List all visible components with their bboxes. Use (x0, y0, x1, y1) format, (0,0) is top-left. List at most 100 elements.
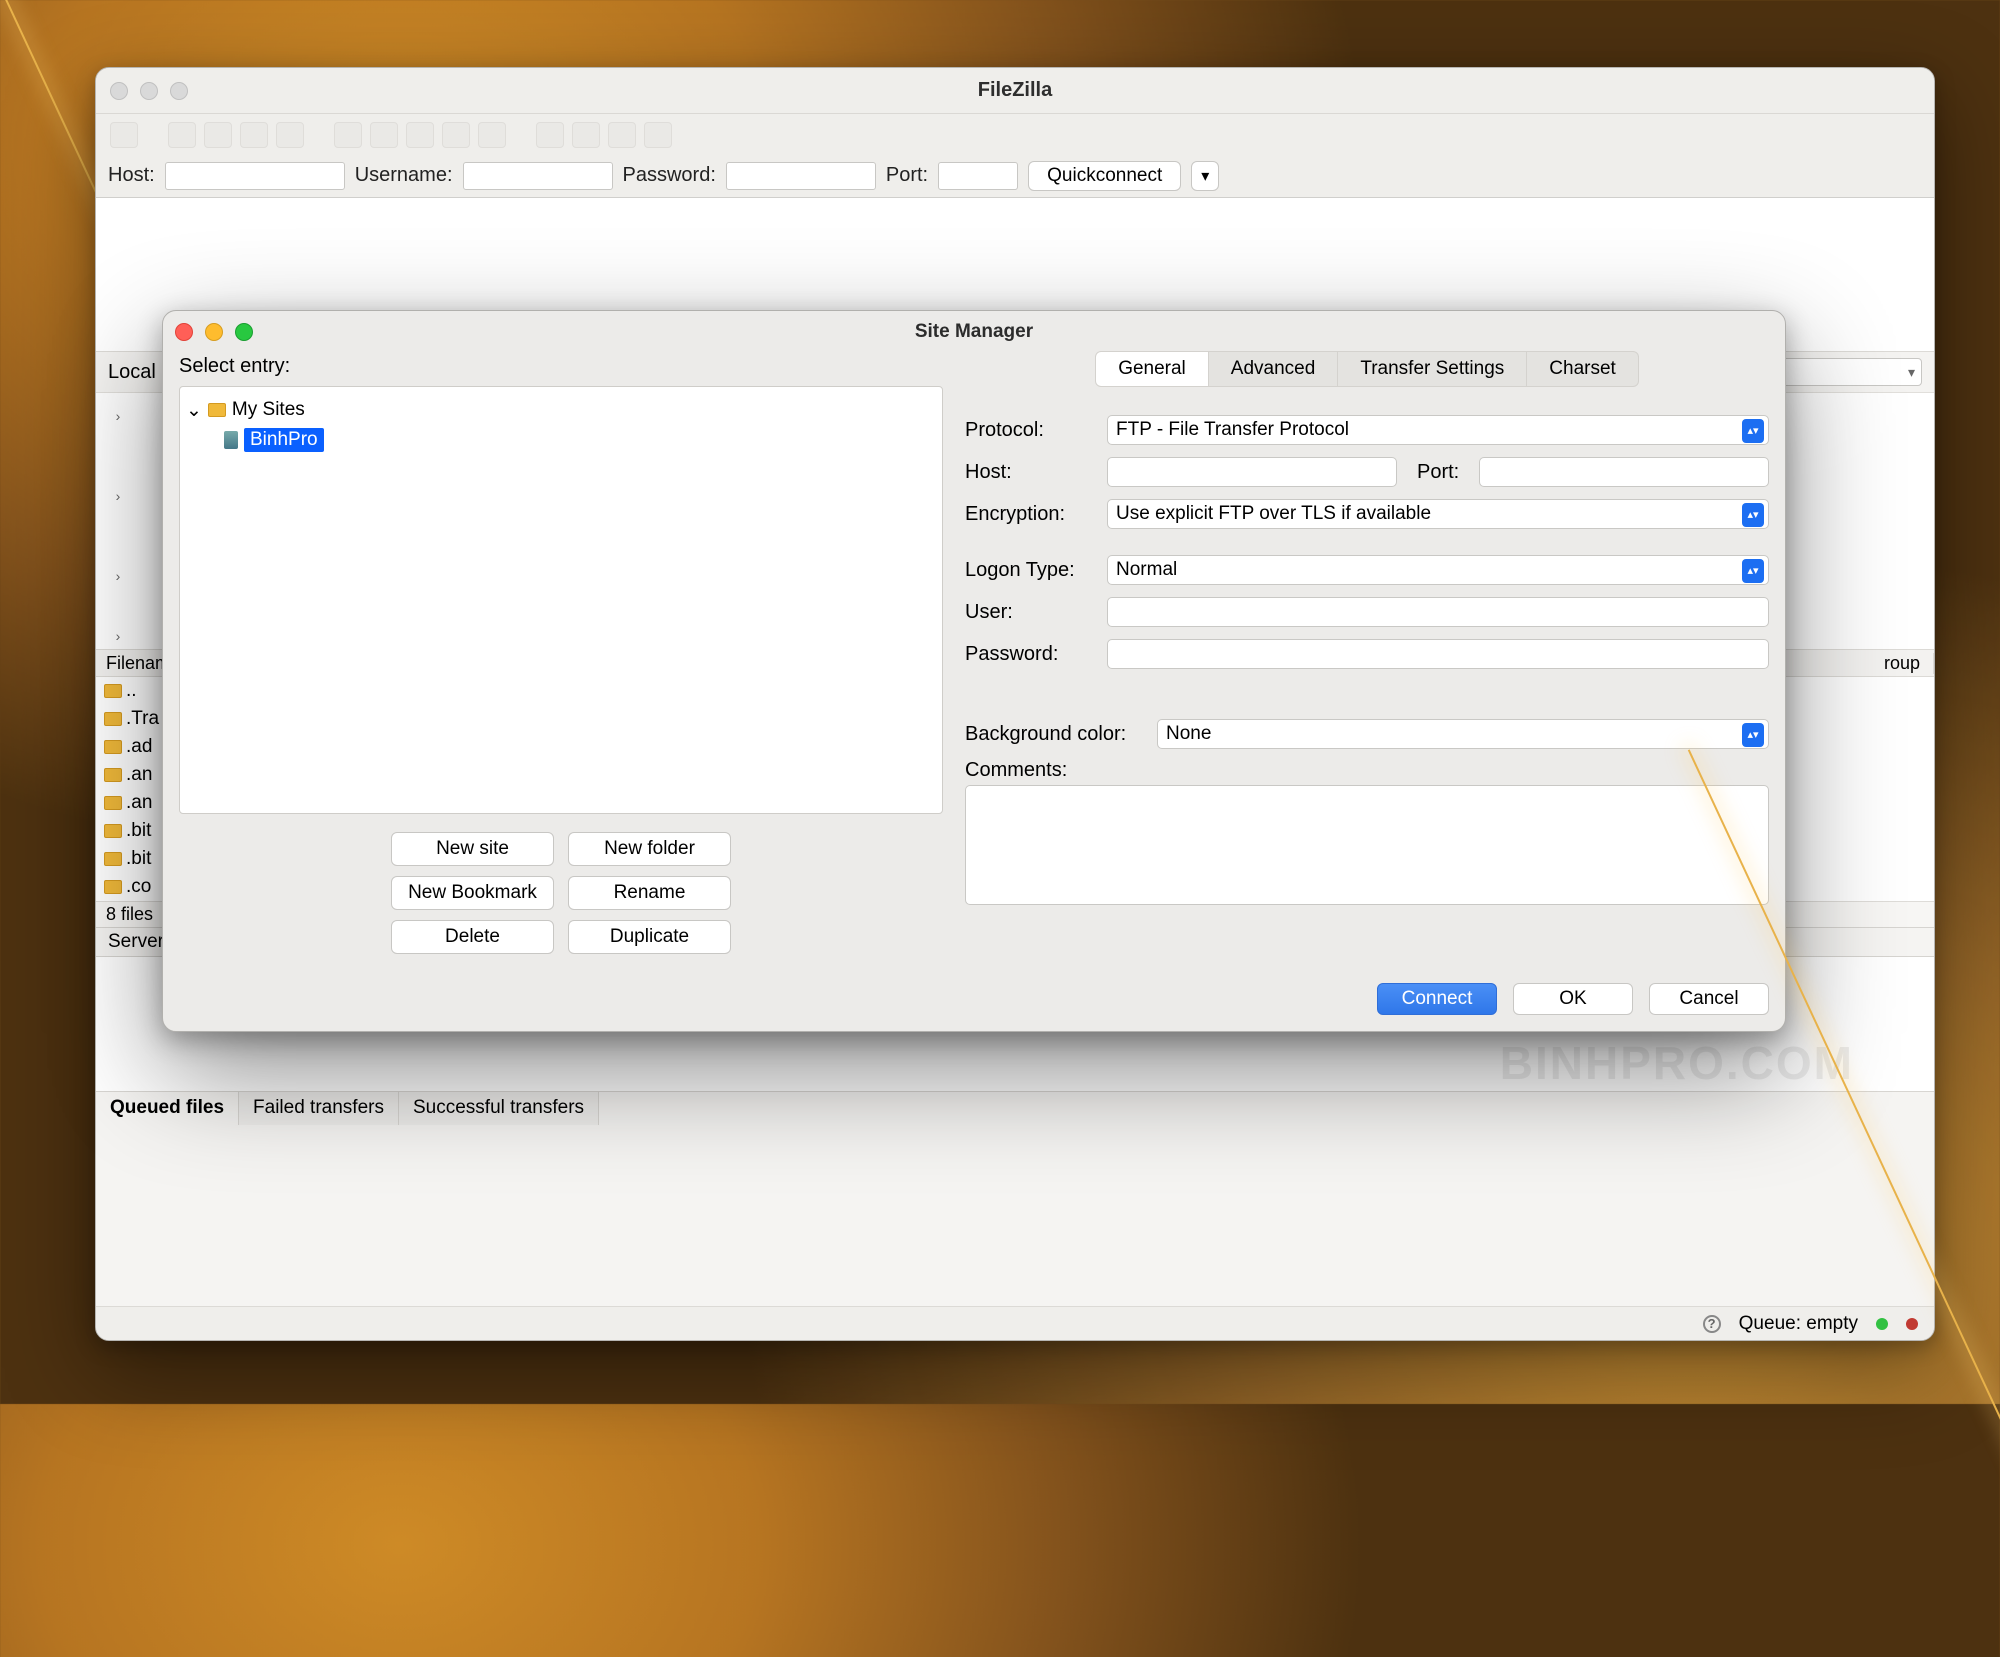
port-input[interactable] (1479, 457, 1769, 487)
dialog-titlebar[interactable]: Site Manager (163, 311, 1785, 353)
quick-password-input[interactable] (726, 162, 876, 190)
help-icon[interactable]: ? (1703, 1315, 1721, 1333)
toolbar-refresh-icon[interactable] (334, 122, 362, 148)
quick-password-label: Password: (623, 164, 716, 187)
toolbar-sync-browse-icon[interactable] (276, 122, 304, 148)
encryption-select[interactable]: Use explicit FTP over TLS if available ▴… (1107, 499, 1769, 529)
tree-site-row[interactable]: BinhPro (224, 425, 936, 455)
bg-color-select[interactable]: None ▴▾ (1157, 719, 1769, 749)
main-titlebar[interactable]: FileZilla (96, 68, 1934, 114)
folder-icon (104, 824, 122, 838)
chevron-updown-icon: ▴▾ (1742, 559, 1764, 583)
status-bar: ? Queue: empty (96, 1306, 1934, 1340)
tab-failed-transfers[interactable]: Failed transfers (239, 1092, 399, 1125)
tab-general[interactable]: General (1095, 351, 1209, 387)
tab-successful-transfers[interactable]: Successful transfers (399, 1092, 599, 1125)
tab-advanced[interactable]: Advanced (1209, 351, 1339, 387)
user-label: User: (965, 601, 1095, 624)
chevron-right-icon[interactable]: › (112, 408, 124, 424)
dialog-buttons: Connect OK Cancel (965, 983, 1769, 1015)
tab-queued-files[interactable]: Queued files (96, 1092, 239, 1125)
tree-site-label: BinhPro (244, 428, 324, 452)
chevron-updown-icon: ▴▾ (1742, 419, 1764, 443)
tab-transfer-settings[interactable]: Transfer Settings (1338, 351, 1527, 387)
watermark: BINHPRO.COM (1500, 1036, 1854, 1090)
quick-username-input[interactable] (463, 162, 613, 190)
folder-icon (104, 740, 122, 754)
quick-host-input[interactable] (165, 162, 345, 190)
general-form: Protocol: FTP - File Transfer Protocol ▴… (965, 409, 1769, 905)
server-icon (224, 431, 238, 449)
folder-icon (104, 712, 122, 726)
toolbar-toggle-queue-icon[interactable] (240, 122, 268, 148)
chevron-right-icon[interactable]: › (112, 628, 124, 644)
delete-button[interactable]: Delete (391, 920, 554, 954)
chevron-down-icon[interactable]: ⌄ (186, 399, 202, 422)
cancel-button[interactable]: Cancel (1649, 983, 1769, 1015)
main-title: FileZilla (96, 79, 1934, 102)
host-input[interactable] (1107, 457, 1397, 487)
rename-button[interactable]: Rename (568, 876, 731, 910)
bg-color-label: Background color: (965, 723, 1145, 746)
folder-icon (104, 768, 122, 782)
toolbar-reconnect-icon[interactable] (478, 122, 506, 148)
connect-button[interactable]: Connect (1377, 983, 1497, 1015)
quick-username-label: Username: (355, 164, 453, 187)
toolbar-process-queue-icon[interactable] (370, 122, 398, 148)
folder-icon (104, 852, 122, 866)
local-site-label: Local (108, 361, 156, 384)
chevron-updown-icon: ▴▾ (1742, 503, 1764, 527)
toolbar-filters-icon[interactable] (536, 122, 564, 148)
folder-icon (104, 880, 122, 894)
ok-button[interactable]: OK (1513, 983, 1633, 1015)
protocol-select[interactable]: FTP - File Transfer Protocol ▴▾ (1107, 415, 1769, 445)
select-entry-label: Select entry: (179, 353, 943, 386)
new-site-button[interactable]: New site (391, 832, 554, 866)
chevron-updown-icon: ▴▾ (1742, 723, 1764, 747)
queue-status: Queue: empty (1739, 1313, 1858, 1335)
site-manager-dialog: Site Manager Select entry: ⌄ My Sites Bi… (162, 310, 1786, 1032)
quickconnect-dropdown-button[interactable]: ▾ (1191, 161, 1219, 191)
quickconnect-bar: Host: Username: Password: Port: Quickcon… (96, 154, 1934, 198)
user-input[interactable] (1107, 597, 1769, 627)
logon-type-label: Logon Type: (965, 559, 1095, 582)
toolbar-site-manager-icon[interactable] (110, 122, 138, 148)
quick-port-input[interactable] (938, 162, 1018, 190)
dialog-title: Site Manager (163, 321, 1785, 343)
folder-icon (104, 684, 122, 698)
port-label: Port: (1417, 461, 1467, 484)
toolbar-cancel-icon[interactable] (406, 122, 434, 148)
status-dot-green-icon (1876, 1318, 1888, 1330)
status-dot-red-icon (1906, 1318, 1918, 1330)
duplicate-button[interactable]: Duplicate (568, 920, 731, 954)
site-list-buttons: New site New folder New Bookmark Rename … (391, 832, 731, 954)
toolbar-toggle-log-icon[interactable] (168, 122, 196, 148)
comments-textarea[interactable] (965, 785, 1769, 905)
password-label: Password: (965, 643, 1095, 666)
main-toolbar (96, 114, 1934, 154)
folder-icon (208, 403, 226, 417)
toolbar-toggle-tree-icon[interactable] (204, 122, 232, 148)
tree-folder-label: My Sites (232, 399, 305, 421)
password-input[interactable] (1107, 639, 1769, 669)
col-group[interactable]: roup (1874, 653, 1934, 674)
new-bookmark-button[interactable]: New Bookmark (391, 876, 554, 910)
protocol-label: Protocol: (965, 419, 1095, 442)
quick-host-label: Host: (108, 164, 155, 187)
settings-tabs: General Advanced Transfer Settings Chars… (965, 351, 1769, 387)
bottom-tabs: Queued files Failed transfers Successful… (96, 1091, 1934, 1125)
toolbar-disconnect-icon[interactable] (442, 122, 470, 148)
toolbar-compare-icon[interactable] (608, 122, 636, 148)
quickconnect-button[interactable]: Quickconnect (1028, 161, 1181, 191)
chevron-right-icon[interactable]: › (112, 568, 124, 584)
tree-folder-row[interactable]: ⌄ My Sites (186, 395, 936, 425)
logon-type-select[interactable]: Normal ▴▾ (1107, 555, 1769, 585)
new-folder-button[interactable]: New folder (568, 832, 731, 866)
chevron-right-icon[interactable]: › (112, 488, 124, 504)
quick-port-label: Port: (886, 164, 928, 187)
folder-icon (104, 796, 122, 810)
toolbar-search-icon[interactable] (572, 122, 600, 148)
toolbar-binoculars-icon[interactable] (644, 122, 672, 148)
tab-charset[interactable]: Charset (1527, 351, 1639, 387)
site-entry-tree[interactable]: ⌄ My Sites BinhPro (179, 386, 943, 814)
